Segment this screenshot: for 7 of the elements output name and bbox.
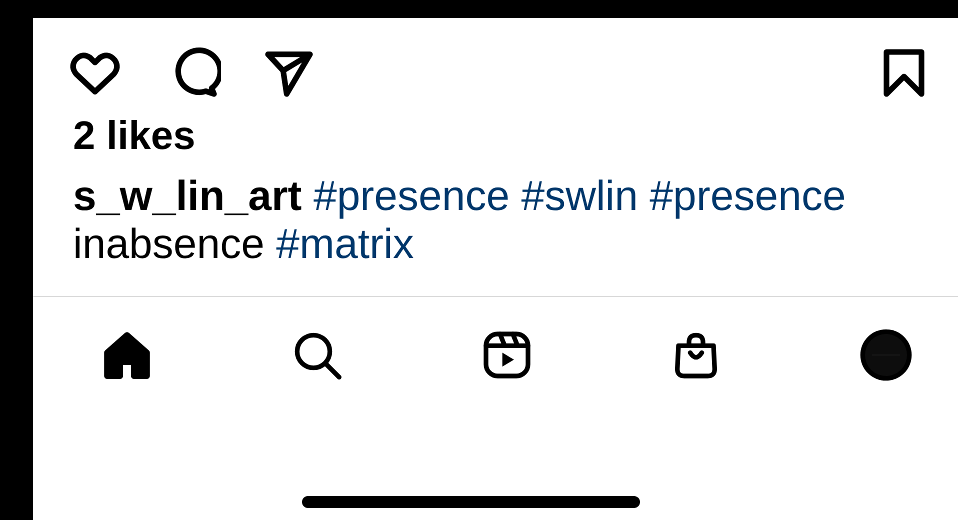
hashtag-link[interactable]: #swlin — [521, 172, 638, 219]
hashtag-link[interactable]: #presence — [650, 172, 846, 219]
likes-count[interactable]: 2 likes — [73, 112, 196, 160]
caption-text: s_w_lin_art #presence #swlin #presence inabsence #matrix — [73, 172, 847, 268]
hashtag-link[interactable]: #matrix — [276, 220, 414, 267]
hashtag-link[interactable]: #presence — [313, 172, 510, 219]
username-link[interactable]: s_w_lin_art — [73, 172, 302, 219]
